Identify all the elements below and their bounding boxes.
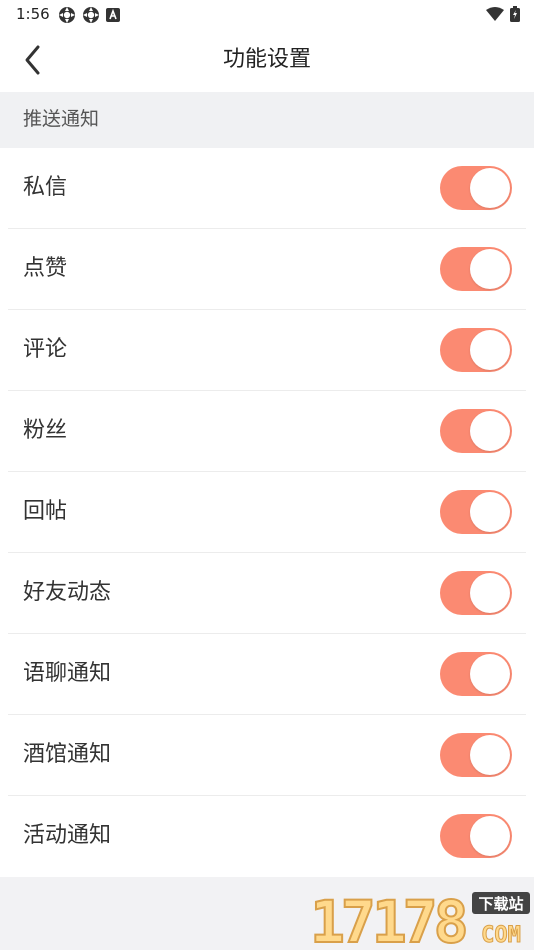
toggle-knob <box>470 816 510 856</box>
setting-label: 活动通知 <box>23 823 112 848</box>
battery-icon <box>510 6 520 22</box>
fans-toggle[interactable] <box>440 409 512 453</box>
setting-label: 回帖 <box>23 499 68 524</box>
toggle-knob <box>470 735 510 775</box>
svg-text:COM: COM <box>481 923 521 948</box>
notification-a-icon <box>106 8 120 22</box>
status-bar: 1:56 <box>0 0 534 28</box>
settings-list: 私信 点赞 评论 粉丝 回帖 好友动态 语聊通知 酒馆通知 活动通知 <box>0 148 534 877</box>
replies-toggle[interactable] <box>440 490 512 534</box>
toggle-knob <box>470 249 510 289</box>
setting-row-replies: 回帖 <box>0 472 534 553</box>
setting-label: 粉丝 <box>23 418 68 443</box>
svg-text:17178: 17178 <box>310 888 466 948</box>
nav-bar: 功能设置 <box>0 28 534 92</box>
chevron-left-icon <box>25 45 40 75</box>
watermark-logo: 17178 下载站 COM <box>309 887 530 948</box>
setting-row-comments: 评论 <box>0 310 534 391</box>
toggle-knob <box>470 492 510 532</box>
tavern-toggle[interactable] <box>440 733 512 777</box>
status-icons-right <box>486 6 520 22</box>
setting-label: 酒馆通知 <box>23 742 112 767</box>
back-button[interactable] <box>18 42 54 78</box>
toggle-knob <box>470 411 510 451</box>
setting-label: 私信 <box>23 175 68 200</box>
wifi-icon <box>486 7 504 21</box>
page-title: 功能设置 <box>222 47 311 72</box>
toggle-knob <box>470 573 510 613</box>
friend-activity-toggle[interactable] <box>440 571 512 615</box>
settings-gear-icon <box>59 7 75 23</box>
section-header-push-notifications: 推送通知 <box>0 92 534 148</box>
toggle-knob <box>470 330 510 370</box>
likes-toggle[interactable] <box>440 247 512 291</box>
setting-row-friend-activity: 好友动态 <box>0 553 534 634</box>
private-message-toggle[interactable] <box>440 166 512 210</box>
setting-label: 语聊通知 <box>23 661 112 686</box>
voice-chat-toggle[interactable] <box>440 652 512 696</box>
events-toggle[interactable] <box>440 814 512 858</box>
setting-row-private-message: 私信 <box>0 148 534 229</box>
setting-label: 好友动态 <box>23 580 112 605</box>
setting-row-tavern: 酒馆通知 <box>0 715 534 796</box>
settings-gear-icon <box>83 7 99 23</box>
comments-toggle[interactable] <box>440 328 512 372</box>
setting-label: 评论 <box>23 337 68 362</box>
setting-row-likes: 点赞 <box>0 229 534 310</box>
setting-row-fans: 粉丝 <box>0 391 534 472</box>
toggle-knob <box>470 168 510 208</box>
toggle-knob <box>470 654 510 694</box>
svg-text:下载站: 下载站 <box>478 895 523 913</box>
status-icons-left <box>58 6 120 24</box>
setting-row-events: 活动通知 <box>0 796 534 877</box>
setting-row-voice-chat: 语聊通知 <box>0 634 534 715</box>
status-time: 1:56 <box>16 5 50 23</box>
setting-label: 点赞 <box>23 256 68 281</box>
